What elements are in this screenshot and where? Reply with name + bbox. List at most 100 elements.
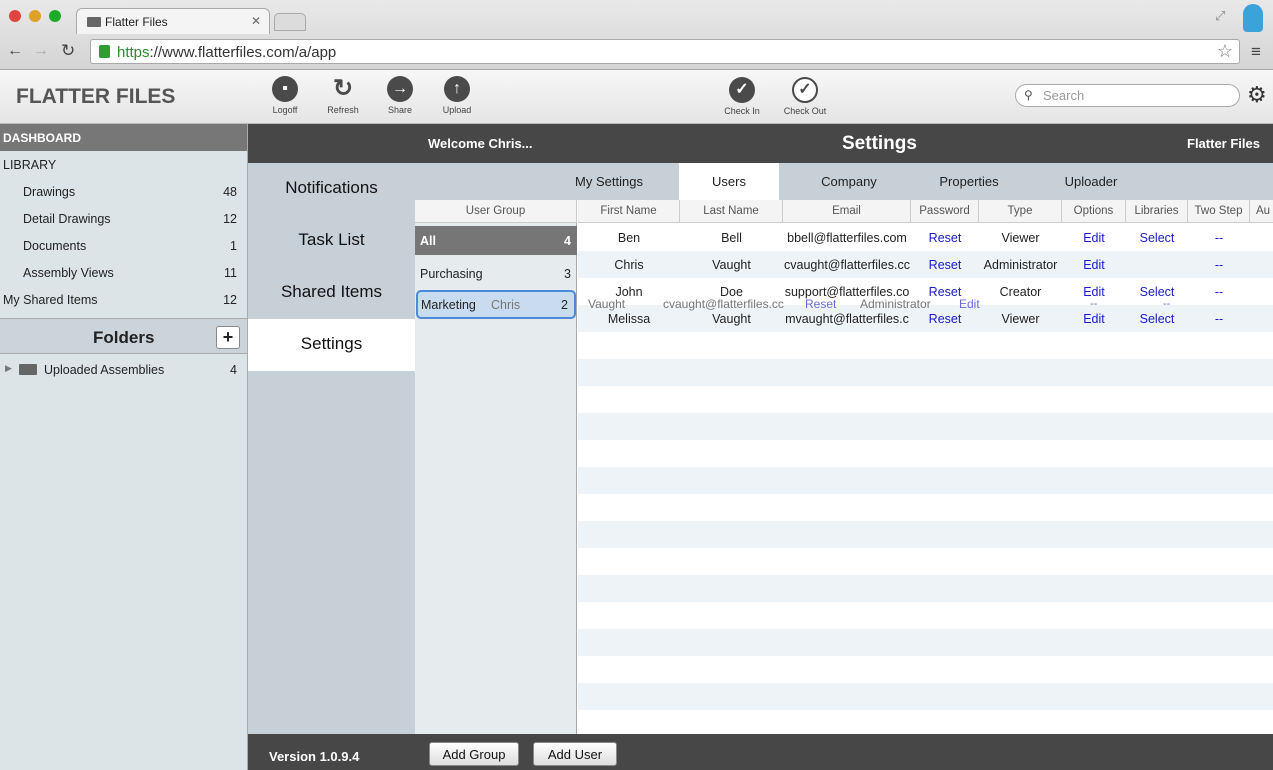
user-profile-icon[interactable] [1243,4,1263,32]
col-email[interactable]: Email [783,200,911,223]
sidebar-item-my-shared-items[interactable]: My Shared Items 12 [0,286,247,313]
tab-my-settings[interactable]: My Settings [560,163,658,200]
folder-uploaded-assemblies[interactable]: ▶ Uploaded Assemblies 4 [0,356,247,383]
nav-task-list[interactable]: Task List [248,215,415,267]
browser-tab[interactable]: Flatter Files ✕ [76,8,270,34]
new-tab-button[interactable] [274,13,306,31]
add-group-button[interactable]: Add Group [429,742,519,766]
refresh-icon: ↻ [332,75,354,102]
table-row-stripe [578,467,1273,494]
cell-libraries[interactable]: Select [1126,312,1188,326]
cell-options[interactable]: Edit [1062,231,1126,245]
sidebar-item-drawings[interactable]: Drawings 48 [0,178,247,205]
cell-first: Melissa [607,312,651,326]
col-password[interactable]: Password [911,200,979,223]
refresh-button[interactable]: ↻ Refresh [315,75,371,116]
url-bar[interactable]: https://www.flatterfiles.com/a/app ☆ [90,39,1240,64]
table-row-stripe [578,683,1273,710]
search-input[interactable]: ⚲ Search [1015,84,1240,107]
sidebar-library[interactable]: LIBRARY [0,151,247,178]
cell-password[interactable]: Reset [911,231,979,245]
check-out-button[interactable]: ✓ Check Out [777,77,833,116]
drag-ghost-name: Chris [491,298,521,312]
group-all[interactable]: All 4 [415,226,577,255]
fullscreen-icon[interactable]: ⤢ [1215,8,1225,24]
brand-text: Flatter Files [1187,136,1260,151]
cell-two-step[interactable]: -- [1188,312,1250,326]
close-tab-icon[interactable]: ✕ [251,14,261,28]
col-auth[interactable]: Au [1250,200,1273,223]
table-row-stripe [578,332,1273,359]
arrow-up-icon: ↑ [444,76,470,102]
drag-ghost-row: Vaught cvaught@flatterfiles.cc Reset Adm… [588,297,980,311]
cell-two-step[interactable]: -- [1188,285,1250,299]
tab-company[interactable]: Company [800,163,898,200]
tab-users[interactable]: Users [679,163,779,200]
cell-email: cvaught@flatterfiles.cc [784,258,910,272]
col-type[interactable]: Type [979,200,1062,223]
add-user-button[interactable]: Add User [533,742,617,766]
table-row-stripe [578,386,1273,413]
version-text: Version 1.0.9.4 [269,749,360,764]
col-libraries[interactable]: Libraries [1126,200,1188,223]
cell-libraries[interactable]: Select [1126,285,1188,299]
table-row-stripe [578,629,1273,656]
add-folder-button[interactable]: + [216,326,240,349]
cell-options[interactable]: Edit [1062,285,1126,299]
col-first-name[interactable]: First Name [578,200,680,223]
upload-button[interactable]: ↑ Upload [429,76,485,115]
table-row-stripe [578,602,1273,629]
bookmark-star-icon[interactable]: ☆ [1217,41,1233,62]
sidebar-item-assembly-views[interactable]: Assembly Views 11 [0,259,247,286]
back-icon[interactable]: ← [7,42,23,60]
sidebar-dashboard[interactable]: DASHBOARD [0,124,247,151]
page-title: Settings [842,133,917,154]
table-row-stripe [578,575,1273,602]
col-last-name[interactable]: Last Name [680,200,783,223]
nav-notifications[interactable]: Notifications [248,163,415,215]
table-row-stripe [578,494,1273,521]
lock-icon: ▪ [272,76,298,102]
close-window-icon[interactable] [9,10,21,22]
check-in-button[interactable]: ✓ Check In [714,77,770,116]
nav-settings[interactable]: Settings [248,319,415,371]
zoom-window-icon[interactable] [49,10,61,22]
col-two-step[interactable]: Two Step [1188,200,1250,223]
search-placeholder: Search [1043,88,1085,103]
gear-icon[interactable]: ⚙ [1247,82,1267,108]
sidebar-item-documents[interactable]: Documents 1 [0,232,247,259]
app-logo: FLATTER FILES [16,85,176,108]
cell-email: bbell@flatterfiles.com [787,231,907,245]
search-icon: ⚲ [1024,88,1033,102]
reload-icon[interactable]: ↻ [61,41,75,61]
tab-uploader[interactable]: Uploader [1042,163,1140,200]
share-button[interactable]: → Share [372,76,428,115]
nav-shared-items[interactable]: Shared Items [248,267,415,319]
cell-first: Chris [614,258,644,272]
group-purchasing[interactable]: Purchasing 3 [415,259,577,286]
cell-password[interactable]: Reset [911,258,979,272]
cell-type: Viewer [1001,312,1040,326]
logoff-button[interactable]: ▪ Logoff [257,76,313,115]
expand-triangle-icon[interactable]: ▶ [5,363,12,374]
sidebar-item-detail-drawings[interactable]: Detail Drawings 12 [0,205,247,232]
forward-icon[interactable]: → [33,42,49,60]
tab-properties[interactable]: Properties [920,163,1018,200]
cell-options[interactable]: Edit [1062,258,1126,272]
check-outline-icon: ✓ [792,77,818,103]
cell-libraries[interactable]: Select [1126,231,1188,245]
group-marketing[interactable]: Marketing Chris 2 [416,290,576,319]
cell-first: Ben [617,231,641,245]
minimize-window-icon[interactable] [29,10,41,22]
tab-title: Flatter Files [105,15,168,29]
table-row-stripe [578,440,1273,467]
col-options[interactable]: Options [1062,200,1126,223]
cell-password[interactable]: Reset [911,312,979,326]
cell-email: mvaught@flatterfiles.c [785,312,909,326]
cell-options[interactable]: Edit [1062,312,1126,326]
cell-two-step[interactable]: -- [1188,258,1250,272]
menu-icon[interactable]: ≡ [1251,42,1261,62]
arrow-right-icon: → [387,76,413,102]
cell-two-step[interactable]: -- [1188,231,1250,245]
folder-icon [19,364,37,375]
